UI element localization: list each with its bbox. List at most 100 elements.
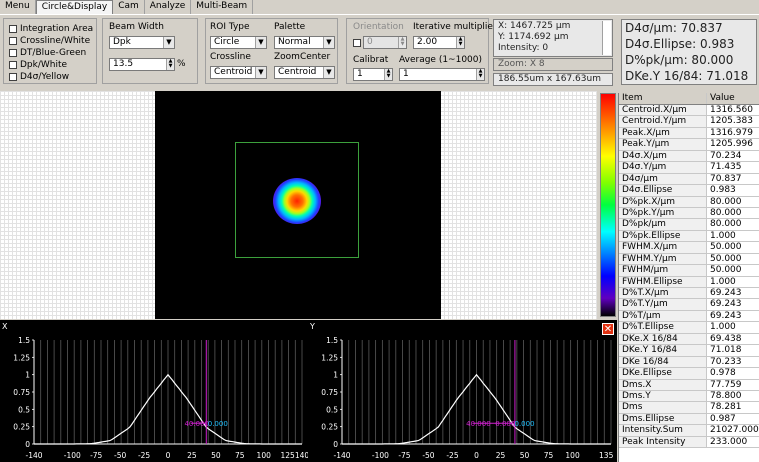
table-row[interactable]: Peak.Y/μm 1205.996	[619, 139, 759, 151]
y-tick-label: 0.75	[321, 388, 338, 397]
checkbox[interactable]	[9, 37, 17, 45]
average-spinner[interactable]: 1 ▲ ▼	[399, 68, 485, 81]
data-label: 0.000	[515, 420, 535, 428]
table-row[interactable]: Intensity.Sum 21027.000	[619, 425, 759, 437]
overlay-integration-area[interactable]: Integration Area	[9, 24, 93, 34]
beam-width-value-spinner[interactable]: 13.5 ▲ ▼	[109, 58, 175, 71]
crossline-select[interactable]: Centroid ▼	[210, 66, 267, 79]
spin-arrows-icon[interactable]: ▲ ▼	[456, 37, 464, 48]
calibrat-spinner[interactable]: 1 ▲ ▼	[353, 68, 393, 81]
x-tick-label: -25	[446, 451, 458, 460]
chevron-down-icon[interactable]: ▼	[323, 37, 334, 48]
select-value: Centroid	[214, 67, 253, 77]
overlay-group: Integration Area Crossline/White DT/Blue…	[3, 18, 97, 84]
table-row[interactable]: D4σ.X/μm 70.234	[619, 150, 759, 163]
table-row[interactable]: Dms.Y 78.800	[619, 390, 759, 403]
table-row[interactable]: Dms.Ellipse 0.987	[619, 413, 759, 426]
overlay-dpk[interactable]: Dpk/White	[9, 60, 67, 70]
zoom-center-select[interactable]: Centroid ▼	[274, 66, 335, 79]
palette-select[interactable]: Normal ▼	[274, 36, 335, 49]
x-tick-label: 25	[187, 451, 197, 460]
beam-width-method-select[interactable]: Dpk ▼	[109, 36, 175, 49]
table-row[interactable]: DKe 16/84 70.233	[619, 356, 759, 369]
chevron-down-icon[interactable]: ▼	[255, 67, 266, 78]
chevron-down-icon[interactable]: ▼	[163, 37, 174, 48]
table-row[interactable]: FWHM.Ellipse 1.000	[619, 276, 759, 288]
table-row[interactable]: Peak Intensity 233.000	[619, 436, 759, 449]
spin-arrows-icon[interactable]: ▲ ▼	[398, 37, 406, 48]
table-row[interactable]: FWHM/μm 50.000	[619, 265, 759, 277]
table-row[interactable]: D%pk/μm 80.000	[619, 219, 759, 231]
roi-type-select[interactable]: Circle ▼	[210, 36, 267, 49]
row-item: D%pk/μm	[619, 219, 707, 230]
table-row[interactable]: D%pk.Y/μm 80.000	[619, 207, 759, 220]
row-item: Peak Intensity	[619, 436, 707, 448]
spin-arrows-icon[interactable]: ▲ ▼	[166, 59, 174, 70]
zoom-indicator: Zoom: X 8	[493, 58, 613, 71]
table-row[interactable]: FWHM.X/μm 50.000	[619, 242, 759, 254]
tab-multi-beam[interactable]: Multi-Beam	[191, 0, 254, 14]
spinner-value: 1	[403, 69, 409, 79]
table-row[interactable]: D%T.Y/μm 69.243	[619, 299, 759, 311]
table-row[interactable]: D%T/μm 69.243	[619, 310, 759, 323]
iterative-spinner[interactable]: 2.00 ▲ ▼	[413, 36, 465, 49]
row-item: Intensity.Sum	[619, 425, 707, 436]
table-row[interactable]: D%pk.Ellipse 1.000	[619, 230, 759, 243]
overlay-dt[interactable]: DT/Blue-Green	[9, 48, 86, 58]
x-tick-label: 140	[295, 451, 308, 460]
chevron-down-icon[interactable]: ▼	[323, 67, 334, 78]
table-row[interactable]: Peak.X/μm 1316.979	[619, 127, 759, 140]
table-row[interactable]: DKe.Y 16/84 71.018	[619, 345, 759, 357]
row-value: 70.837	[710, 173, 742, 184]
table-row[interactable]: D%T.X/μm 69.243	[619, 288, 759, 300]
table-row[interactable]: D%pk.X/μm 80.000	[619, 196, 759, 208]
orientation-checkbox[interactable]	[353, 39, 361, 47]
results-rows: Centroid.X/μm 1316.560 Centroid.Y/μm 1205.3…	[619, 105, 759, 449]
beam-view[interactable]	[155, 91, 441, 319]
chevron-down-icon[interactable]: ▼	[255, 37, 266, 48]
close-icon[interactable]: ✕	[602, 323, 614, 335]
overlay-d4sigma[interactable]: D4σ/Yellow	[9, 72, 69, 82]
checkbox[interactable]	[9, 25, 17, 33]
row-item: Centroid.X/μm	[619, 105, 707, 116]
tab-circle-display[interactable]: Circle&Display	[35, 0, 114, 14]
overlay-crossline[interactable]: Crossline/White	[9, 36, 90, 46]
table-row[interactable]: DKe.Ellipse 0.978	[619, 368, 759, 380]
table-row[interactable]: FWHM.Y/μm 50.000	[619, 253, 759, 266]
table-row[interactable]: D4σ.Y/μm 71.435	[619, 162, 759, 174]
x-profile-chart: X 0 0.25 0.5 0.75 1 1.25 1.5 -140 -100 -75 -50 -25 0 2…	[2, 322, 308, 460]
row-value: 69.438	[710, 333, 742, 344]
checkbox[interactable]	[9, 49, 17, 57]
readout-scrollbar[interactable]	[602, 21, 611, 55]
row-value: 71.018	[710, 345, 742, 356]
row-item: Dms.X	[619, 379, 707, 390]
y-tick-label: 0.25	[13, 423, 30, 432]
data-label: 40.000	[184, 420, 209, 428]
row-value: 1205.996	[710, 139, 753, 150]
tab-analyze[interactable]: Analyze	[145, 0, 192, 14]
x-tick-label: -50	[422, 451, 434, 460]
row-item: DKe 16/84	[619, 356, 707, 368]
spin-arrows-icon[interactable]: ▲ ▼	[476, 69, 484, 80]
row-value: 1.000	[710, 276, 736, 287]
row-value: 69.243	[710, 288, 742, 298]
checkbox[interactable]	[9, 61, 17, 69]
table-row[interactable]: D4σ.Ellipse 0.983	[619, 185, 759, 197]
table-row[interactable]: Dms 78.281	[619, 402, 759, 414]
x-tick-label: 50	[211, 451, 221, 460]
checkbox[interactable]	[9, 73, 17, 81]
table-row[interactable]: DKe.X 16/84 69.438	[619, 333, 759, 346]
row-item: D4σ.X/μm	[619, 150, 707, 162]
tab-menu[interactable]: Menu	[0, 0, 36, 14]
y-tick-label: 1	[333, 371, 338, 380]
calibrat-title: Calibrat	[353, 55, 389, 65]
spin-arrows-icon[interactable]: ▲ ▼	[384, 69, 392, 80]
orientation-spinner[interactable]: 0 ▲ ▼	[363, 36, 407, 49]
y-tick-label: 0.5	[18, 405, 30, 414]
table-row[interactable]: Centroid.X/μm 1316.560	[619, 105, 759, 117]
tab-cam[interactable]: Cam	[113, 0, 145, 14]
table-row[interactable]: D4σ/μm 70.837	[619, 173, 759, 186]
table-row[interactable]: Centroid.Y/μm 1205.383	[619, 116, 759, 128]
table-row[interactable]: D%T.Ellipse 1.000	[619, 322, 759, 334]
table-row[interactable]: Dms.X 77.759	[619, 379, 759, 391]
